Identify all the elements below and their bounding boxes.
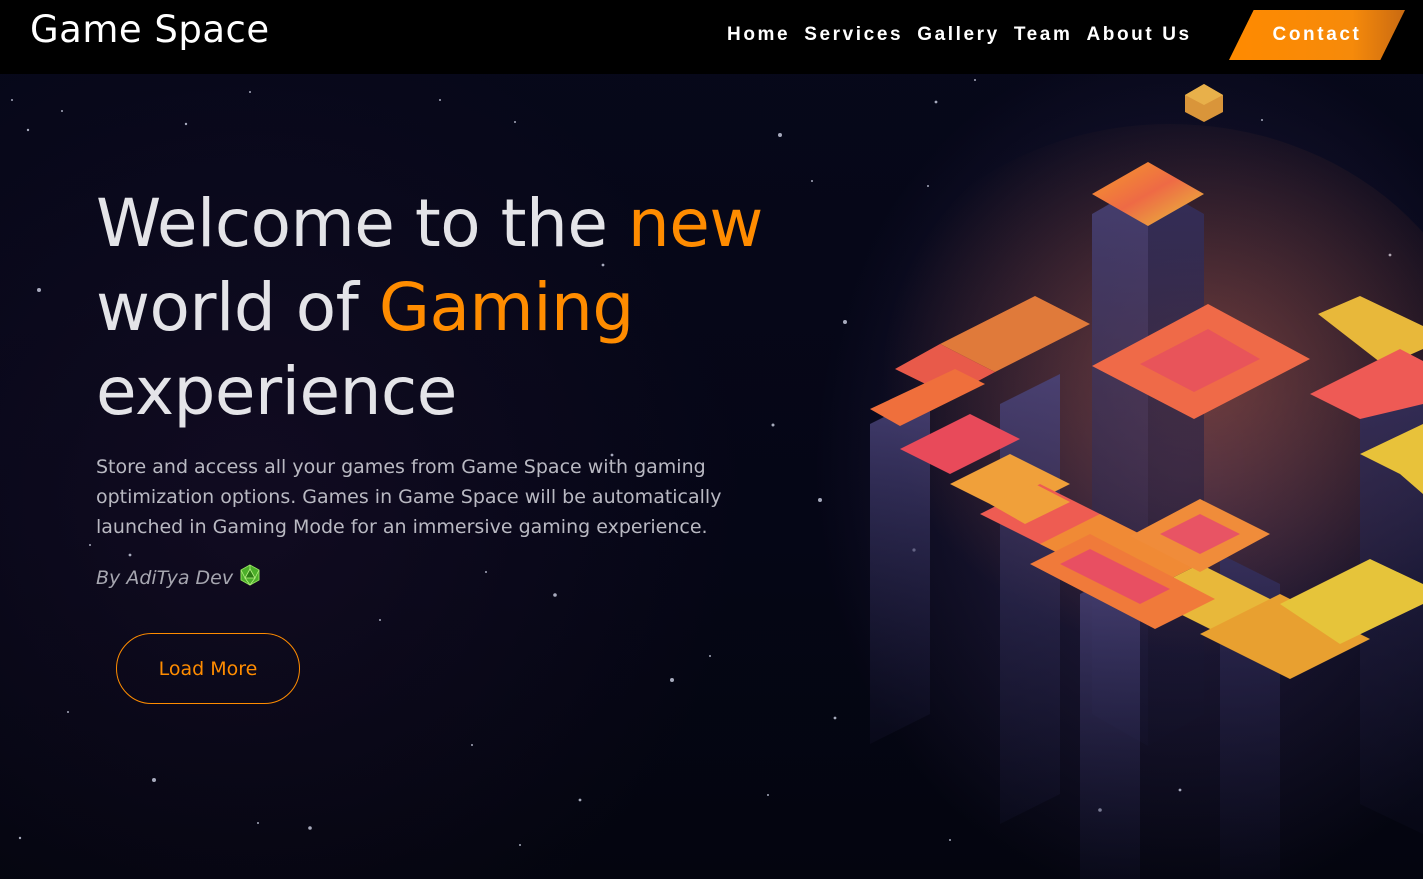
author-credit: By AdiTya Dev bbox=[96, 564, 261, 591]
page: Game Space Home Services Gallery Team Ab… bbox=[0, 0, 1423, 879]
hero-title-highlight-gaming: Gaming bbox=[378, 269, 634, 346]
hero-title-part1: Welcome to the bbox=[96, 185, 628, 262]
nav-links: Home Services Gallery Team About Us bbox=[727, 24, 1192, 46]
navbar: Game Space Home Services Gallery Team Ab… bbox=[0, 0, 1423, 74]
load-more-button[interactable]: Load More bbox=[116, 633, 300, 704]
hero-title: Welcome to the new world of Gaming experie… bbox=[96, 182, 876, 434]
hero-title-part2: world of bbox=[96, 269, 379, 346]
isometric-cubes-illustration bbox=[850, 84, 1423, 879]
d20-dice-icon bbox=[239, 564, 261, 591]
contact-button-label: Contact bbox=[1272, 24, 1362, 45]
author-name: By AdiTya Dev bbox=[96, 566, 234, 589]
nav-link-team[interactable]: Team bbox=[1014, 24, 1073, 46]
hero-title-highlight-new: new bbox=[627, 185, 763, 262]
site-logo[interactable]: Game Space bbox=[30, 8, 270, 51]
nav-link-services[interactable]: Services bbox=[804, 24, 903, 46]
hero-title-part3: experience bbox=[96, 353, 457, 430]
contact-button[interactable]: Contact bbox=[1229, 10, 1405, 60]
nav-link-about-us[interactable]: About Us bbox=[1086, 24, 1191, 46]
nav-link-gallery[interactable]: Gallery bbox=[917, 24, 1000, 46]
hero-description: Store and access all your games from Gam… bbox=[96, 456, 722, 538]
nav-link-home[interactable]: Home bbox=[727, 24, 790, 46]
